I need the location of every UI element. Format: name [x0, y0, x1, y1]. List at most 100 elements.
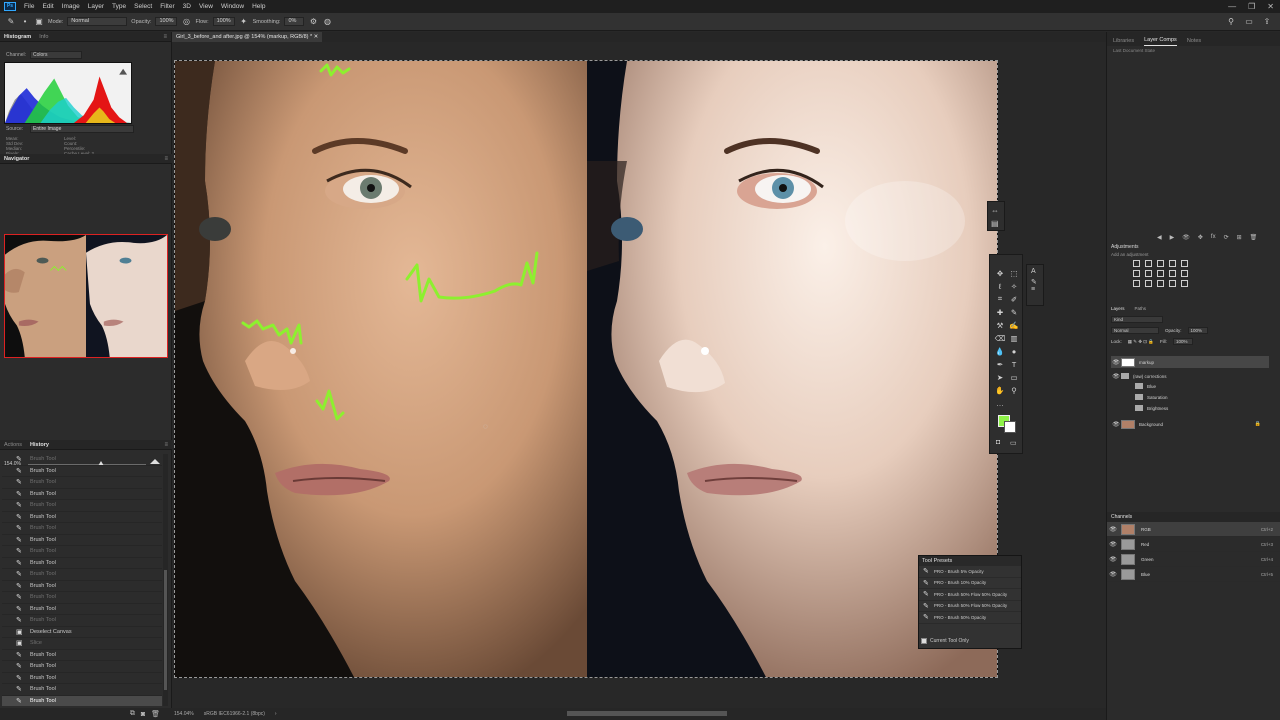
menu-help[interactable]: Help	[248, 3, 269, 10]
history-item[interactable]: ✎ Brush Tool	[2, 695, 162, 706]
brush-tool-icon[interactable]: ✎	[6, 17, 16, 27]
screen-mode-icon[interactable]: ▭	[1010, 439, 1017, 447]
threshold-icon[interactable]	[1157, 280, 1164, 287]
levels-adjustment-icon[interactable]	[1145, 260, 1152, 267]
hue-saturation-icon[interactable]	[1133, 270, 1140, 277]
invert-icon[interactable]	[1133, 280, 1140, 287]
eraser-tool-icon[interactable]: ⌫	[993, 332, 1007, 344]
preset-item[interactable]: ✎ PRO - Brush 5% Opacity	[919, 566, 1021, 578]
channel-mixer-icon[interactable]	[1181, 270, 1188, 277]
quick-select-tool-icon[interactable]: ✧	[1007, 280, 1021, 292]
eyedropper-tool-icon[interactable]: ✐	[1007, 293, 1021, 305]
history-item[interactable]: ✎ Brush Tool	[2, 466, 162, 477]
layer-name[interactable]: Blue	[1147, 384, 1156, 389]
history-item[interactable]: ✎ Brush Tool	[2, 546, 162, 558]
visibility-eye-icon[interactable]: 👁	[1111, 359, 1121, 366]
layer-comp-row[interactable]: Last Document State	[1113, 48, 1275, 56]
current-tool-only-checkbox[interactable]	[921, 638, 927, 644]
crop-tool-icon[interactable]: ⌗	[993, 293, 1007, 305]
layer-row[interactable]: 👁 Background 🔒	[1111, 418, 1269, 430]
history-item[interactable]: ▣ Slice	[2, 638, 162, 650]
visibility-eye-icon[interactable]: 👁	[1107, 571, 1119, 578]
update-visibility-icon[interactable]: 👁	[1182, 234, 1190, 241]
visibility-eye-icon[interactable]: 👁	[1107, 556, 1119, 563]
menu-select[interactable]: Select	[130, 3, 156, 10]
tab-layers[interactable]: Layers	[1111, 306, 1125, 311]
status-profile[interactable]: sRGB IEC61966-2.1 (8bpc)	[204, 711, 265, 717]
history-item[interactable]: ✎ Brush Tool	[2, 615, 162, 627]
preset-item[interactable]: ✎ PRO - Brush 50% Opacity	[919, 612, 1021, 624]
menu-type[interactable]: Type	[108, 3, 130, 10]
layer-row[interactable]: Brightness	[1111, 402, 1269, 414]
history-item[interactable]: ▣ Deselect Canvas	[2, 627, 162, 638]
tab-history[interactable]: History	[30, 442, 49, 448]
lasso-tool-icon[interactable]: ℓ	[993, 280, 1007, 292]
layer-name[interactable]: Background	[1139, 422, 1163, 427]
channel-row[interactable]: 👁 Green Ctrl+4	[1107, 552, 1280, 567]
delete-comp-icon[interactable]: 🗑	[1250, 234, 1258, 241]
panel-menu-icon[interactable]: ≡	[164, 442, 168, 448]
layer-name[interactable]: Saturation	[1147, 395, 1168, 400]
menu-layer[interactable]: Layer	[84, 3, 108, 10]
history-item[interactable]: ✎ Brush Tool	[2, 569, 162, 581]
gradient-map-icon[interactable]	[1169, 280, 1176, 287]
vibrance-adjustment-icon[interactable]	[1181, 260, 1188, 267]
visibility-eye-icon[interactable]: 👁	[1107, 541, 1119, 548]
brush-settings-icon[interactable]: ✎	[1031, 278, 1039, 286]
clone-stamp-icon[interactable]: ⚒	[993, 319, 1007, 331]
posterize-icon[interactable]	[1145, 280, 1152, 287]
source-select[interactable]: Entire Image	[30, 125, 134, 133]
refresh-icon[interactable]: ⟳	[1224, 234, 1229, 241]
history-item[interactable]: ✎ Brush Tool	[2, 535, 162, 546]
history-item[interactable]: ✎ Brush Tool	[2, 673, 162, 684]
document-tab[interactable]: Girl_3_before_and after.jpg @ 154% (mark…	[172, 32, 323, 42]
quick-mask-icon[interactable]: ◘	[996, 439, 1000, 446]
pressure-size-icon[interactable]: ◍	[322, 17, 332, 27]
apply-next-icon[interactable]: ▶	[1170, 234, 1175, 241]
workspace-icon[interactable]: ▭	[1244, 16, 1254, 26]
layer-name[interactable]: Brightness	[1147, 406, 1168, 411]
history-item[interactable]: ✎ Brush Tool	[2, 684, 162, 696]
delete-icon[interactable]: 🗑	[151, 710, 160, 718]
preset-item[interactable]: ✎ PRO - Brush 50% Flow 50% Opacity	[919, 601, 1021, 612]
history-item[interactable]: ✎ Brush Tool	[2, 558, 162, 569]
layer-row[interactable]: 👁 markup	[1111, 356, 1269, 368]
hand-tool-icon[interactable]: ✋	[993, 384, 1007, 396]
history-item[interactable]: ✎ Brush Tool	[2, 512, 162, 523]
shape-tool-icon[interactable]: ▭	[1007, 371, 1021, 383]
restore-icon[interactable]: ❐	[1248, 2, 1255, 11]
current-tool-only[interactable]: Current Tool Only	[921, 638, 969, 644]
update-position-icon[interactable]: ✥	[1198, 234, 1203, 241]
navigator-thumbnail[interactable]	[4, 234, 168, 358]
history-item[interactable]: ✎ Brush Tool	[2, 500, 162, 512]
gear-icon[interactable]: ⚙	[308, 17, 318, 27]
brush-settings-icon[interactable]: ▣	[34, 17, 44, 27]
menu-filter[interactable]: Filter	[156, 3, 178, 10]
history-brush-icon[interactable]: ✍	[1007, 319, 1021, 331]
menu-window[interactable]: Window	[217, 3, 248, 10]
new-comp-icon[interactable]: ⊞	[1237, 234, 1242, 241]
search-icon[interactable]: ⚲	[1226, 16, 1236, 26]
selective-color-icon[interactable]	[1181, 280, 1188, 287]
tab-paths[interactable]: Paths	[1135, 306, 1147, 311]
pen-tool-icon[interactable]: ✒	[993, 358, 1007, 370]
marquee-tool-icon[interactable]: ⬚	[1007, 267, 1021, 279]
preset-item[interactable]: ✎ PRO - Brush 50% Flow 50% Opacity	[919, 589, 1021, 601]
move-tool-icon[interactable]: ✥	[993, 267, 1007, 279]
brushes-icon[interactable]: ≡	[1031, 286, 1039, 293]
flow-field[interactable]: 100%	[212, 17, 235, 26]
before-after-photo[interactable]	[175, 61, 998, 678]
visibility-eye-icon[interactable]: 👁	[1107, 526, 1119, 533]
apply-previous-icon[interactable]: ◀	[1157, 234, 1162, 241]
update-style-icon[interactable]: fx	[1211, 234, 1216, 241]
tool-presets-icon[interactable]: ▤	[991, 219, 1001, 228]
layer-opacity-field[interactable]: 100%	[1187, 327, 1208, 334]
tab-layer-comps[interactable]: Layer Comps	[1144, 37, 1177, 46]
preset-item[interactable]: ✎ PRO - Brush 10% Opacity	[919, 578, 1021, 589]
horizontal-scrollbar[interactable]	[567, 711, 727, 716]
airbrush-icon[interactable]: ✦	[239, 17, 249, 27]
history-item[interactable]: ✎ Brush Tool	[2, 581, 162, 592]
new-snapshot-icon[interactable]: ◙	[141, 711, 145, 718]
blur-tool-icon[interactable]: 💧	[993, 345, 1007, 357]
blend-mode-select[interactable]: Normal	[1111, 327, 1159, 334]
